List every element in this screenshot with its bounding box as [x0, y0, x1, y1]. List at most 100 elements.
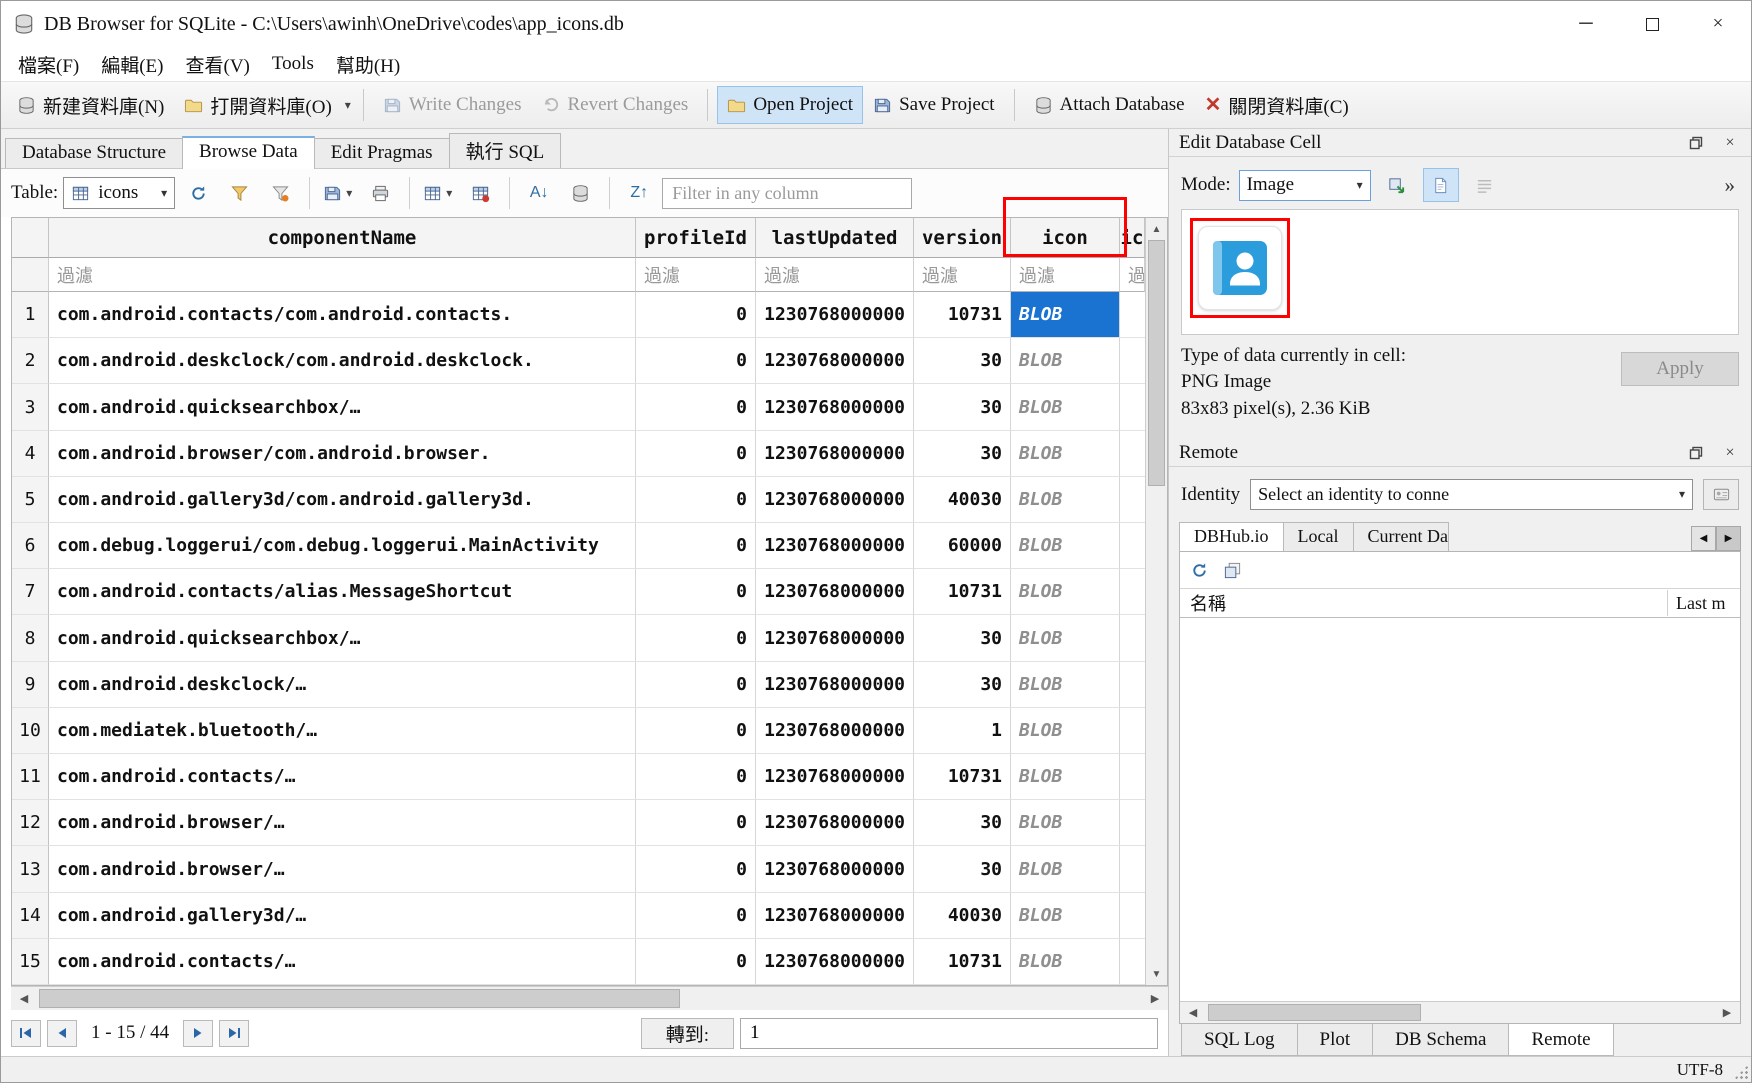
tab-scroll-left-button[interactable]: ◀: [1691, 526, 1716, 551]
cell-lastUpdated[interactable]: 1230768000000: [756, 384, 914, 430]
vertical-scroll-thumb[interactable]: [1148, 240, 1165, 486]
cell-icon[interactable]: BLOB: [1011, 662, 1120, 708]
cell-componentName[interactable]: com.android.contacts/…: [49, 939, 636, 985]
cell-componentName[interactable]: com.android.gallery3d/com.android.galler…: [49, 477, 636, 523]
scroll-left-button[interactable]: ◀: [1180, 1006, 1206, 1019]
row-number-cell[interactable]: 5: [12, 477, 49, 523]
cell-profileId[interactable]: 0: [636, 523, 756, 569]
cell-profileId[interactable]: 0: [636, 662, 756, 708]
row-number-cell[interactable]: 11: [12, 754, 49, 800]
revert-changes-button[interactable]: Revert Changes: [532, 86, 699, 124]
cell-lastUpdated[interactable]: 1230768000000: [756, 338, 914, 384]
filter-partial[interactable]: 過濾: [1120, 258, 1145, 292]
cell-icon[interactable]: BLOB: [1011, 800, 1120, 846]
vertical-scroll-track[interactable]: [1146, 240, 1167, 963]
column-header-icon[interactable]: icon: [1011, 218, 1120, 258]
filter-icon[interactable]: 過濾: [1011, 258, 1120, 292]
cell-profileId[interactable]: 0: [636, 338, 756, 384]
cell-icon[interactable]: BLOB: [1011, 292, 1120, 338]
table-row[interactable]: 15 com.android.contacts/… 0 123076800000…: [12, 939, 1145, 985]
row-number-cell[interactable]: 15: [12, 939, 49, 985]
cell-componentName[interactable]: com.android.contacts/alias.MessageShortc…: [49, 569, 636, 615]
word-wrap-button[interactable]: [1467, 168, 1503, 202]
table-row[interactable]: 14 com.android.gallery3d/… 0 12307680000…: [12, 893, 1145, 939]
apply-button[interactable]: Apply: [1621, 352, 1739, 386]
table-row[interactable]: 1 com.android.contacts/com.android.conta…: [12, 292, 1145, 338]
cell-version[interactable]: 30: [914, 431, 1011, 477]
remote-column-name[interactable]: 名稱: [1180, 590, 1668, 616]
cell-icon[interactable]: BLOB: [1011, 569, 1120, 615]
cell-lastUpdated[interactable]: 1230768000000: [756, 431, 914, 477]
cell-version[interactable]: 30: [914, 615, 1011, 661]
sort-asc-button[interactable]: A↓: [521, 176, 557, 210]
sort-desc-button[interactable]: Z↑: [621, 176, 657, 210]
cell-lastUpdated[interactable]: 1230768000000: [756, 754, 914, 800]
cell-lastUpdated[interactable]: 1230768000000: [756, 569, 914, 615]
cell-lastUpdated[interactable]: 1230768000000: [756, 615, 914, 661]
new-database-button[interactable]: 新建資料庫(N): [7, 84, 174, 127]
tab-browse-data[interactable]: Browse Data: [182, 136, 315, 169]
cell-icon[interactable]: BLOB: [1011, 846, 1120, 892]
database-view-button[interactable]: [562, 176, 598, 210]
menu-view[interactable]: 查看(V): [175, 48, 261, 81]
close-database-button[interactable]: ✕ 關閉資料庫(C): [1195, 84, 1359, 127]
row-number-cell[interactable]: 14: [12, 893, 49, 939]
close-button[interactable]: ×: [1685, 1, 1751, 47]
column-header-lastUpdated[interactable]: lastUpdated: [756, 218, 914, 258]
global-filter-input[interactable]: [662, 178, 912, 209]
row-number-cell[interactable]: 7: [12, 569, 49, 615]
dock-tab-remote[interactable]: Remote: [1508, 1024, 1613, 1056]
table-row[interactable]: 5 com.android.gallery3d/com.android.gall…: [12, 477, 1145, 523]
horizontal-scroll-thumb[interactable]: [1208, 1004, 1421, 1021]
insert-record-button[interactable]: ▾: [421, 176, 457, 210]
filter-lastUpdated[interactable]: 過濾: [756, 258, 914, 292]
cell-version[interactable]: 10731: [914, 569, 1011, 615]
cell-componentName[interactable]: com.android.deskclock/com.android.deskcl…: [49, 338, 636, 384]
cell-lastUpdated[interactable]: 1230768000000: [756, 523, 914, 569]
cell-version[interactable]: 10731: [914, 939, 1011, 985]
write-changes-button[interactable]: Write Changes: [373, 86, 532, 124]
menu-tools[interactable]: Tools: [261, 50, 325, 78]
close-panel-button[interactable]: ×: [1719, 133, 1741, 153]
cell-version[interactable]: 40030: [914, 893, 1011, 939]
column-header-profileId[interactable]: profileId: [636, 218, 756, 258]
menu-help[interactable]: 幫助(H): [325, 48, 411, 81]
column-header-componentName[interactable]: componentName: [49, 218, 636, 258]
horizontal-scroll-thumb[interactable]: [39, 989, 680, 1008]
cell-componentName[interactable]: com.android.gallery3d/…: [49, 893, 636, 939]
last-record-button[interactable]: [219, 1020, 249, 1047]
cell-icon[interactable]: BLOB: [1011, 939, 1120, 985]
print-button[interactable]: [362, 176, 398, 210]
tab-scroll-right-button[interactable]: ▶: [1716, 526, 1741, 551]
attach-database-button[interactable]: Attach Database: [1024, 86, 1195, 124]
table-row[interactable]: 11 com.android.contacts/… 0 123076800000…: [12, 754, 1145, 800]
table-row[interactable]: 13 com.android.browser/… 0 1230768000000…: [12, 846, 1145, 892]
remote-clone-button[interactable]: [1223, 561, 1242, 580]
table-row[interactable]: 10 com.mediatek.bluetooth/… 0 1230768000…: [12, 708, 1145, 754]
tab-database-structure[interactable]: Database Structure: [5, 138, 183, 168]
cell-profileId[interactable]: 0: [636, 754, 756, 800]
scroll-down-button[interactable]: ▼: [1146, 963, 1167, 985]
row-number-cell[interactable]: 2: [12, 338, 49, 384]
refresh-button[interactable]: [180, 176, 216, 210]
cell-version[interactable]: 30: [914, 846, 1011, 892]
mode-select[interactable]: Image ▾: [1239, 170, 1371, 201]
cell-profileId[interactable]: 0: [636, 569, 756, 615]
cell-icon[interactable]: BLOB: [1011, 615, 1120, 661]
cell-icon[interactable]: BLOB: [1011, 754, 1120, 800]
minimize-button[interactable]: ─: [1553, 1, 1619, 47]
row-number-cell[interactable]: 4: [12, 431, 49, 477]
cell-componentName[interactable]: com.android.contacts/…: [49, 754, 636, 800]
previous-record-button[interactable]: [47, 1020, 77, 1047]
row-number-cell[interactable]: 13: [12, 846, 49, 892]
cell-icon[interactable]: BLOB: [1011, 708, 1120, 754]
filter-version[interactable]: 過濾: [914, 258, 1011, 292]
cell-componentName[interactable]: com.android.deskclock/…: [49, 662, 636, 708]
cell-componentName[interactable]: com.android.browser/com.android.browser.: [49, 431, 636, 477]
save-project-button[interactable]: Save Project: [863, 86, 1005, 124]
horizontal-scroll-track[interactable]: [37, 987, 1142, 1010]
cell-componentName[interactable]: com.android.quicksearchbox/…: [49, 384, 636, 430]
column-header-version[interactable]: version: [914, 218, 1011, 258]
remote-tab-dbhub[interactable]: DBHub.io: [1179, 522, 1284, 551]
remote-refresh-button[interactable]: [1190, 561, 1209, 580]
